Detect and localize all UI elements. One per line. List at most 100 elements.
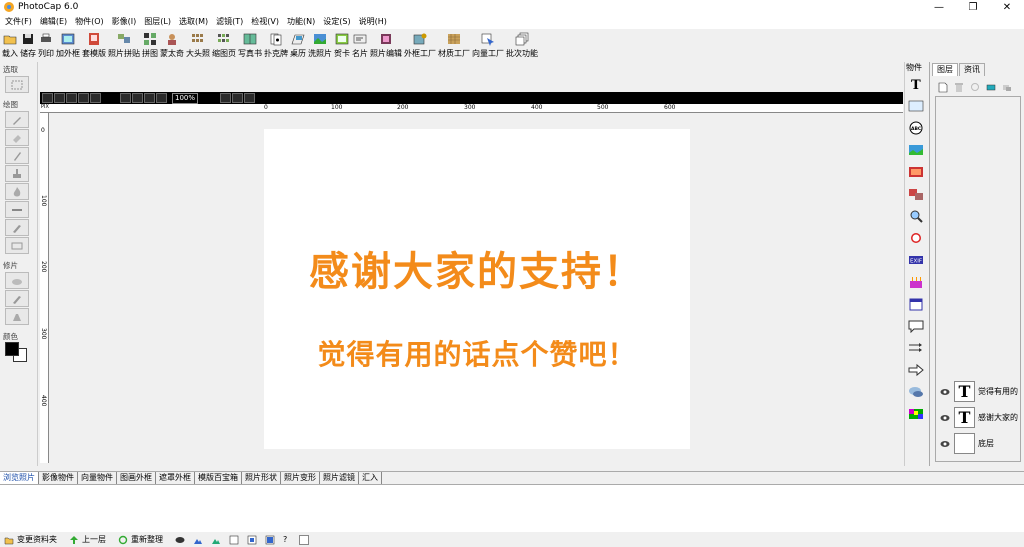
toolbar-collage-button[interactable]: 照片拼贴: [108, 29, 140, 62]
tab-image-objects[interactable]: 影像物件: [39, 472, 78, 484]
menu-edit[interactable]: 编辑(E): [39, 16, 74, 27]
pointer-tool-button[interactable]: [220, 93, 232, 103]
cut-button[interactable]: [78, 93, 89, 103]
toolbar-puzzle-button[interactable]: 拼图: [142, 29, 158, 62]
eraser-tool[interactable]: [5, 129, 29, 146]
photo-browser[interactable]: [0, 484, 1024, 532]
clone-tool[interactable]: [5, 308, 29, 325]
text-tool-icon[interactable]: T: [908, 77, 924, 93]
toolbar-texture-factory-button[interactable]: 材质工厂: [438, 29, 470, 62]
toolbar-template-button[interactable]: 套模版: [82, 29, 106, 62]
menu-select[interactable]: 选取(M): [178, 16, 215, 27]
canvas-text-like[interactable]: 觉得有用的话点个赞吧！: [264, 333, 690, 373]
image-object-icon[interactable]: [908, 143, 924, 157]
reorganize-button[interactable]: 重新整理: [118, 534, 163, 545]
toolbar-batch-button[interactable]: 批次功能: [506, 29, 538, 62]
smudge-tool[interactable]: [5, 290, 29, 307]
toolbar-montage-button[interactable]: 蒙太奇: [160, 29, 184, 62]
new-layer-icon[interactable]: [938, 82, 948, 93]
tab-photo-filters[interactable]: 照片滤镜: [320, 472, 359, 484]
toolbar-poker-card-button[interactable]: 扑克牌: [264, 29, 288, 62]
maximize-button[interactable]: ❐: [956, 0, 990, 14]
hand-tool-button[interactable]: [232, 93, 244, 103]
menu-function[interactable]: 功能(N): [286, 16, 322, 27]
photo-frame-icon[interactable]: [908, 187, 924, 201]
toolbar-print-photo-button[interactable]: 洗照片: [308, 29, 332, 62]
menu-object[interactable]: 物件(O): [74, 16, 111, 27]
blur-tool[interactable]: [5, 272, 29, 289]
toolbar-photo-edit-button[interactable]: 照片编辑: [370, 29, 402, 62]
menu-filter[interactable]: 滤镜(T): [215, 16, 250, 27]
toolbar-frame-factory-button[interactable]: 外框工厂: [404, 29, 436, 62]
toolbar-frame-button[interactable]: 加外框: [56, 29, 80, 62]
landscape-small-icon[interactable]: [211, 535, 221, 545]
arrow-shape-icon[interactable]: [908, 363, 924, 377]
mosaic-icon[interactable]: [908, 407, 924, 421]
layer-properties-icon[interactable]: [986, 82, 996, 93]
eye-icon[interactable]: [940, 440, 950, 448]
cake-icon[interactable]: [908, 275, 924, 289]
merge-layers-icon[interactable]: [1002, 82, 1012, 93]
tab-info[interactable]: 资讯: [959, 62, 985, 76]
toolbar-print-button[interactable]: 列印: [38, 29, 54, 62]
change-folder-button[interactable]: 变更资料夹: [4, 534, 57, 545]
crop-tool-button[interactable]: [244, 93, 256, 103]
eye-icon[interactable]: [940, 414, 950, 422]
toolbar-save-button[interactable]: 储存: [20, 29, 36, 62]
tab-image-frames[interactable]: 图画外框: [117, 472, 156, 484]
paste-button[interactable]: [90, 93, 101, 103]
toolbar-desk-calendar-button[interactable]: 桌历: [290, 29, 306, 62]
brush-tool[interactable]: [5, 219, 29, 236]
zoom-level[interactable]: 100%: [172, 92, 199, 104]
shape-tool[interactable]: [5, 237, 29, 254]
view-eye-icon[interactable]: [175, 535, 185, 545]
menu-layer[interactable]: 图层(L): [143, 16, 178, 27]
actual-size-button[interactable]: [156, 93, 167, 103]
foreground-color-swatch[interactable]: [5, 342, 19, 356]
tab-vector-objects[interactable]: 向量物件: [78, 472, 117, 484]
tab-photo-warp[interactable]: 照片变形: [281, 472, 320, 484]
up-level-button[interactable]: 上一层: [69, 534, 106, 545]
minimize-button[interactable]: —: [922, 0, 956, 14]
eye-icon[interactable]: [940, 388, 950, 396]
menu-help[interactable]: 说明(H): [358, 16, 394, 27]
toolbar-thumbnail-page-button[interactable]: 缩图页: [212, 29, 236, 62]
toolbar-vector-factory-button[interactable]: 向量工厂: [472, 29, 504, 62]
layer-item[interactable]: T 感谢大家的: [940, 407, 1018, 428]
fill-tool[interactable]: [5, 183, 29, 200]
layer-item[interactable]: 底层: [940, 433, 994, 454]
tab-import[interactable]: 汇入: [359, 472, 382, 484]
tab-template-box[interactable]: 模版百宝箱: [195, 472, 242, 484]
zoom-out-button[interactable]: [132, 93, 143, 103]
menu-settings[interactable]: 设定(S): [322, 16, 357, 27]
tab-photo-shapes[interactable]: 照片形状: [242, 472, 281, 484]
color-picker[interactable]: [3, 342, 33, 364]
undo-button[interactable]: [42, 93, 53, 103]
delete-layer-icon[interactable]: [954, 82, 964, 93]
thumbnail-large-icon[interactable]: [265, 535, 275, 545]
thumbnail-small-icon[interactable]: [229, 535, 239, 545]
calendar-icon[interactable]: [908, 297, 924, 311]
chat-bubbles-icon[interactable]: [908, 385, 924, 399]
exif-icon[interactable]: EXIF: [908, 253, 924, 267]
toolbar-greeting-card-button[interactable]: 贺卡: [334, 29, 350, 62]
layer-item[interactable]: T 觉得有用的: [940, 381, 1018, 402]
magnifier-icon[interactable]: [908, 209, 924, 223]
menu-image[interactable]: 影像(I): [111, 16, 144, 27]
tab-layers[interactable]: 图层: [932, 62, 958, 76]
speech-bubble-icon[interactable]: [908, 319, 924, 334]
stamp-tool[interactable]: [5, 165, 29, 182]
abc-text-icon[interactable]: ABC: [908, 121, 924, 135]
image-canvas[interactable]: 感谢大家的支持！ 觉得有用的话点个赞吧！: [264, 129, 690, 449]
toolbar-id-photo-button[interactable]: 大头照: [186, 29, 210, 62]
close-button[interactable]: ✕: [990, 0, 1024, 14]
menu-view[interactable]: 检视(V): [250, 16, 286, 27]
thumbnail-medium-icon[interactable]: [247, 535, 257, 545]
help-button[interactable]: ?: [283, 535, 287, 544]
toolbar-photo-book-button[interactable]: 写真书: [238, 29, 262, 62]
photo-object-icon[interactable]: [908, 165, 924, 179]
menu-file[interactable]: 文件(F): [4, 16, 39, 27]
text-box-icon[interactable]: [908, 99, 924, 113]
lock-layer-icon[interactable]: [970, 82, 980, 93]
pen-tool[interactable]: [5, 111, 29, 128]
